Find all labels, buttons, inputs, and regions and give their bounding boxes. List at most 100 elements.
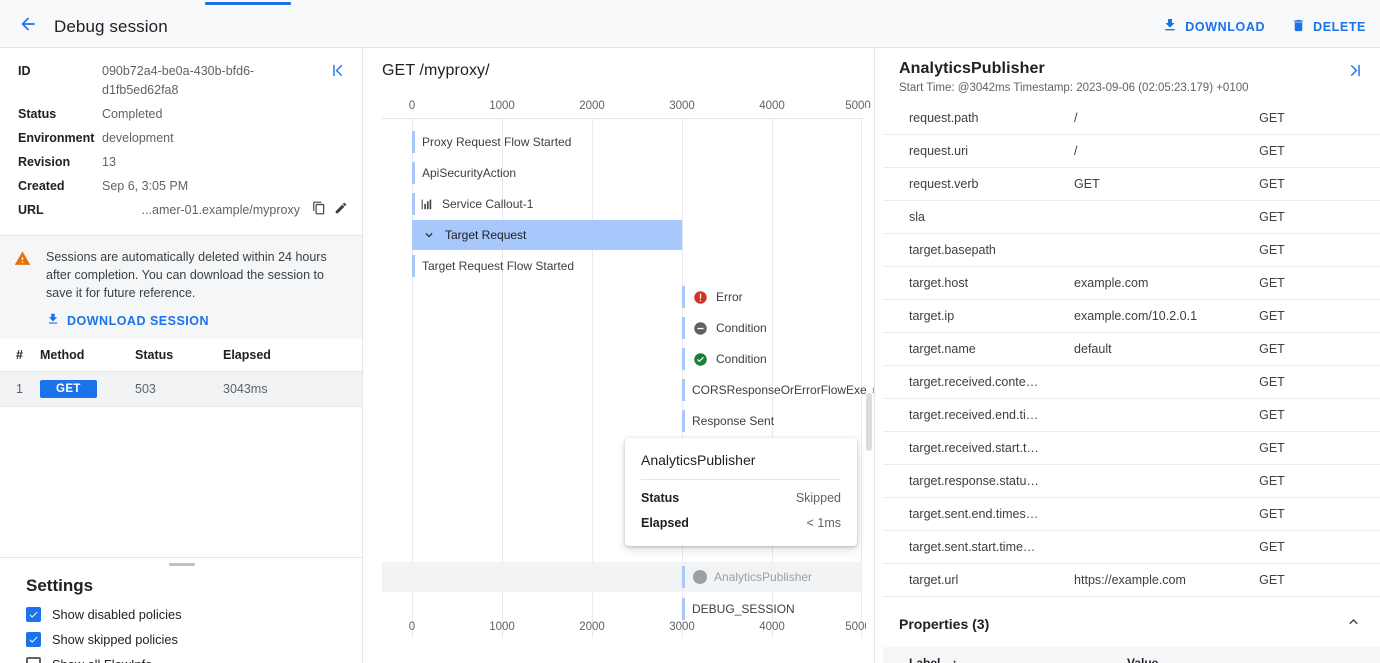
column-header-elapsed[interactable]: Elapsed	[217, 339, 362, 372]
flow-row-analyticspublisher[interactable]: AnalyticsPublisher	[382, 562, 861, 592]
dot-gray-icon	[693, 570, 707, 584]
table-row[interactable]: slaGET	[883, 201, 1380, 234]
flow-row-corsresponseorerrorflowexecu[interactable]: CORSResponseOrErrorFlowExecu	[682, 375, 875, 405]
url-value: ...amer-01.example/myproxy	[102, 201, 306, 220]
table-row[interactable]: target.namedefaultGET	[883, 333, 1380, 366]
center-scrollbar-thumb[interactable]	[866, 393, 872, 451]
sort-asc-arrow-icon[interactable]: ↑	[952, 656, 958, 663]
cell-status: 503	[129, 372, 217, 407]
setting-show-all-flowinfo[interactable]: Show all FlowInfo	[26, 657, 345, 663]
settings-resize-handle[interactable]	[169, 563, 195, 566]
cell-variable-method: GET	[1253, 102, 1380, 135]
flow-row-response-sent[interactable]: Response Sent	[682, 406, 774, 436]
header-actions: DOWNLOAD DELETE	[1162, 17, 1366, 36]
cell-variable-method: GET	[1253, 135, 1380, 168]
method-chip: GET	[40, 380, 97, 398]
column-header-label[interactable]: Label ↑	[883, 647, 1121, 663]
flow-row-label: CORSResponseOrErrorFlowExecu	[692, 383, 875, 397]
copy-icon	[312, 201, 326, 221]
delete-button[interactable]: DELETE	[1291, 18, 1366, 36]
column-header-method[interactable]: Method	[34, 339, 129, 372]
table-row[interactable]: request.uri/GET	[883, 135, 1380, 168]
meta-value: Completed	[102, 105, 350, 124]
flow-row-label: Condition	[716, 352, 767, 366]
cell-variable-value	[1068, 201, 1253, 234]
session-retention-notice: Sessions are automatically deleted withi…	[0, 236, 362, 339]
tooltip-key: Status	[641, 491, 679, 505]
column-header-status[interactable]: Status	[129, 339, 217, 372]
flow-bar	[412, 255, 415, 277]
cell-variable-value: https://example.com	[1068, 564, 1253, 597]
cell-variable-key: target.received.conte…	[883, 366, 1068, 399]
expand-right-panel-button[interactable]	[1344, 62, 1366, 84]
cell-variable-value	[1068, 399, 1253, 432]
center-scrollbar[interactable]	[866, 108, 872, 653]
debug-session-page: Debug session DOWNLOAD DELETE	[0, 0, 1380, 663]
properties-header[interactable]: Properties (3)	[883, 597, 1380, 647]
flow-row-service-callout-1[interactable]: Service Callout-1	[412, 189, 533, 219]
table-header-row: # Method Status Elapsed	[0, 339, 362, 372]
table-row[interactable]: target.received.conte… GET	[883, 366, 1380, 399]
flow-row-error[interactable]: Error	[682, 282, 743, 312]
cell-variable-key: target.ip	[883, 300, 1068, 333]
cell-variable-key: target.host	[883, 267, 1068, 300]
x-axis-top: 0 1000 2000 3000 4000 5000	[382, 100, 863, 118]
flow-row-target-request[interactable]: Target Request	[412, 220, 682, 250]
table-row[interactable]: request.path/GET	[883, 102, 1380, 135]
setting-show-skipped-policies[interactable]: Show skipped policies	[26, 632, 345, 647]
table-row[interactable]: target.received.end.ti…GET	[883, 399, 1380, 432]
download-session-link[interactable]: DOWNLOAD SESSION	[46, 312, 348, 329]
table-row[interactable]: target.hostexample.comGET	[883, 267, 1380, 300]
edit-url-button[interactable]	[332, 202, 350, 220]
flow-row-condition-skipped[interactable]: Condition	[682, 313, 767, 343]
cell-variable-key: target.url	[883, 564, 1068, 597]
meta-label: Environment	[18, 129, 102, 148]
flow-bar	[682, 598, 685, 620]
table-row[interactable]: target.urlhttps://example.comGET	[883, 564, 1380, 597]
flow-bar	[682, 348, 685, 370]
node-details-header: AnalyticsPublisher Start Time: @3042ms T…	[883, 48, 1380, 102]
table-row[interactable]: 1 GET 503 3043ms	[0, 372, 362, 407]
meta-row-created: Created Sep 6, 3:05 PM	[18, 177, 350, 196]
checkbox-unchecked-icon[interactable]	[26, 657, 41, 663]
checkbox-checked-icon[interactable]	[26, 632, 41, 647]
table-row[interactable]: request.verbGETGET	[883, 168, 1380, 201]
plot-area: Proxy Request Flow Started ApiSecurityAc…	[382, 118, 863, 638]
flow-row-label: Target Request Flow Started	[422, 259, 574, 273]
checkbox-checked-icon[interactable]	[26, 607, 41, 622]
cell-variable-method: GET	[1253, 366, 1380, 399]
node-details-panel: AnalyticsPublisher Start Time: @3042ms T…	[883, 48, 1380, 663]
collapse-left-panel-button[interactable]	[326, 62, 348, 84]
error-icon	[693, 289, 709, 305]
cell-variable-method: GET	[1253, 333, 1380, 366]
copy-url-button[interactable]	[310, 202, 328, 220]
table-row[interactable]: target.basepathGET	[883, 234, 1380, 267]
table-row[interactable]: target.received.start.t…GET	[883, 432, 1380, 465]
cell-variable-method: GET	[1253, 531, 1380, 564]
flow-row-label: ApiSecurityAction	[422, 166, 516, 180]
flow-row-target-request-flow-started[interactable]: Target Request Flow Started	[412, 251, 574, 281]
x-tick-label: 3000	[669, 621, 695, 633]
flow-timeline-panel: GET /myproxy/ 0 1000 2000 3000 4000 5000	[370, 48, 875, 663]
chevron-down-icon[interactable]	[422, 227, 438, 243]
column-header-number[interactable]: #	[0, 339, 34, 372]
table-row[interactable]: target.sent.start.time…GET	[883, 531, 1380, 564]
flow-row-apisecurityaction[interactable]: ApiSecurityAction	[412, 158, 516, 188]
expand-right-icon	[1347, 62, 1364, 84]
cell-variable-method: GET	[1253, 498, 1380, 531]
back-button[interactable]	[8, 7, 48, 47]
column-header-value[interactable]: Value	[1121, 647, 1380, 663]
cell-variable-value: /	[1068, 135, 1253, 168]
setting-show-disabled-policies[interactable]: Show disabled policies	[26, 607, 345, 622]
download-icon	[1162, 17, 1178, 36]
table-row[interactable]: target.response.statu…GET	[883, 465, 1380, 498]
download-button[interactable]: DOWNLOAD	[1162, 17, 1265, 36]
flow-row-proxy-request-flow-started[interactable]: Proxy Request Flow Started	[412, 127, 571, 157]
table-row[interactable]: target.sent.end.times…GET	[883, 498, 1380, 531]
cell-variable-key: request.verb	[883, 168, 1068, 201]
flow-row-condition-ok[interactable]: Condition	[682, 344, 767, 374]
chevron-up-icon[interactable]	[1345, 613, 1362, 635]
table-row[interactable]: target.ipexample.com/10.2.0.1GET	[883, 300, 1380, 333]
flow-row-label: Error	[716, 290, 743, 304]
flow-row-label: Response Sent	[692, 414, 774, 428]
